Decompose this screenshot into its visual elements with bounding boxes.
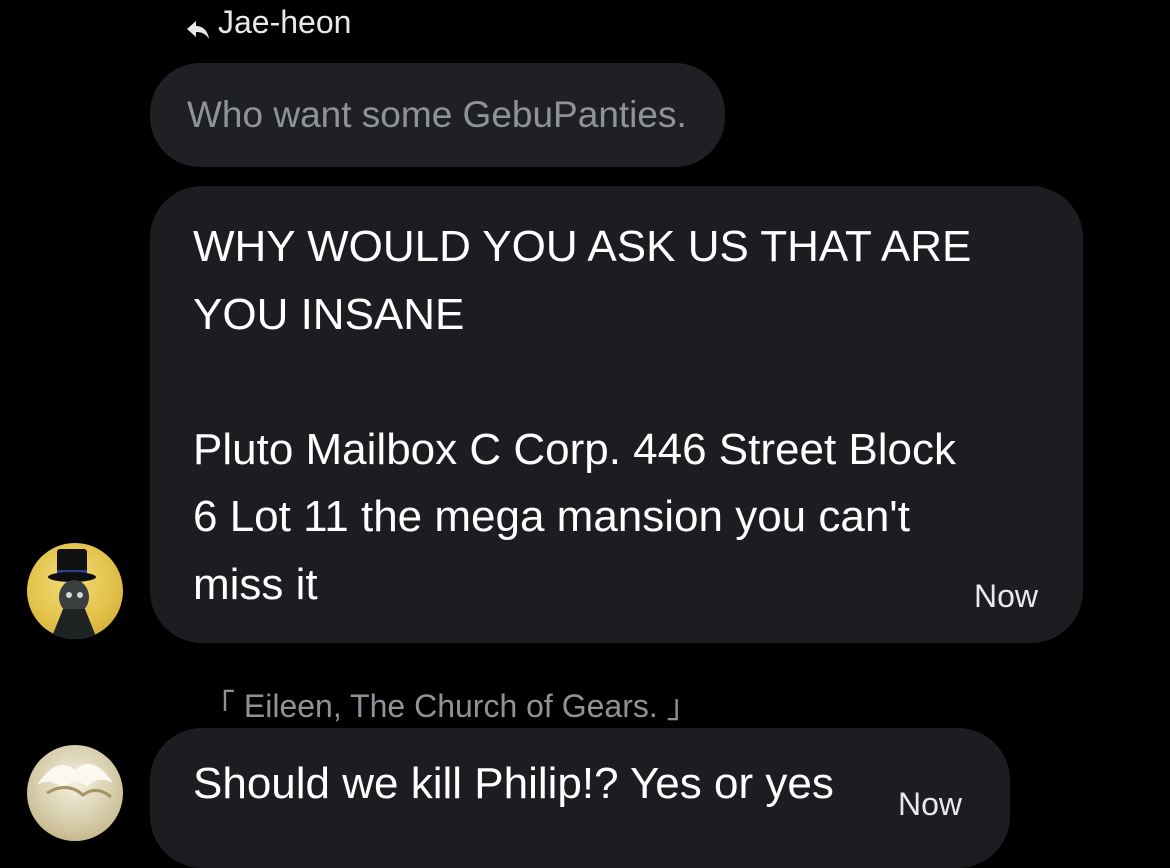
reply-header: Jae-heon: [186, 4, 351, 41]
message-bubble[interactable]: WHY WOULD YOU ASK US THAT ARE YOU INSANE…: [150, 186, 1083, 643]
message-text: WHY WOULD YOU ASK US THAT ARE YOU INSANE…: [193, 222, 972, 609]
message-timestamp: Now: [973, 578, 1038, 614]
top-hat-avatar[interactable]: [27, 543, 123, 639]
cream-avatar[interactable]: [27, 745, 123, 841]
message-bubble-next[interactable]: Should we kill Philip!? Yes or yes Now: [150, 728, 1010, 868]
quoted-message-bubble[interactable]: Who want some GebuPanties.: [150, 63, 725, 167]
message-timestamp-next: Now: [898, 786, 963, 822]
message-text-next: Should we kill Philip!? Yes or yes: [193, 759, 834, 808]
reply-to-name: Jae-heon: [218, 4, 352, 40]
sender-name: 「 Eileen, The Church of Gears. 」: [203, 688, 699, 724]
quoted-message-text: Who want some GebuPanties.: [187, 94, 687, 135]
reply-arrow-icon: [186, 12, 210, 39]
